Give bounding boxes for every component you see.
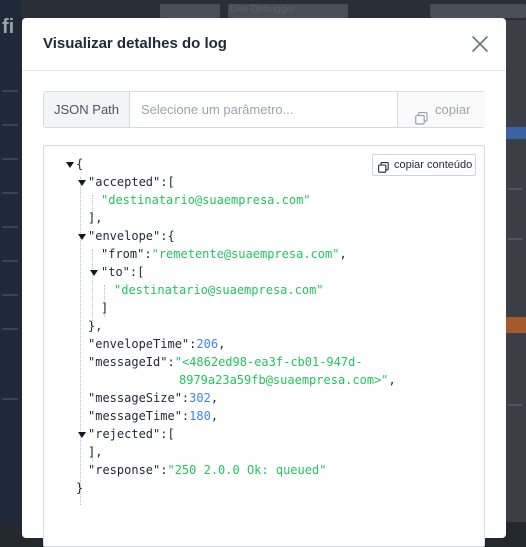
background-tab [160, 4, 220, 18]
json-line: "messageTime":180, [88, 407, 218, 425]
json-punctuation: :{ [160, 229, 175, 243]
json-line: }, [88, 317, 102, 335]
json-key[interactable]: "messageSize" [88, 391, 182, 405]
json-key[interactable]: "response" [88, 463, 160, 477]
json-punctuation: : [144, 247, 152, 261]
background-sidebar-item [2, 260, 18, 262]
tree-guide [92, 249, 93, 325]
background-accent [506, 317, 526, 333]
background-sidebar-item [2, 328, 18, 330]
log-details-modal: Visualizar detalhes do log JSON Path cop… [22, 18, 506, 547]
json-punctuation: :[ [160, 175, 175, 189]
json-string-value[interactable]: "remetente@suaempresa.com" [152, 247, 340, 261]
json-punctuation: :[ [160, 427, 175, 441]
json-punctuation: : [167, 355, 175, 369]
background-sidebar-item [2, 90, 18, 92]
json-key[interactable]: "to" [101, 265, 130, 279]
json-line: "response":"250 2.0.0 Ok: queued" [88, 461, 326, 479]
json-punctuation: , [210, 391, 219, 405]
copy-content-label: copiar conteúdo [394, 159, 473, 171]
json-line: { [76, 155, 83, 173]
background-tab [430, 4, 526, 18]
json-punctuation: , [339, 247, 347, 261]
json-punctuation: , [210, 409, 219, 423]
json-line: "envelopeTime":206, [88, 335, 225, 353]
json-line: ], [88, 209, 102, 227]
modal-header: Visualizar detalhes do log [22, 18, 506, 71]
background-accent [506, 127, 526, 139]
json-punctuation: }, [88, 319, 103, 333]
close-icon [472, 36, 488, 52]
json-path-input[interactable] [130, 92, 396, 127]
background-sidebar-item [2, 158, 18, 160]
caret-down-icon[interactable] [78, 180, 86, 186]
background-line [508, 238, 522, 240]
background-sidebar-item [2, 294, 18, 296]
json-brace: } [76, 481, 84, 495]
background-sidebar: fi [0, 0, 22, 522]
json-number-value[interactable]: 302 [189, 391, 211, 405]
json-key[interactable]: "envelope" [88, 229, 160, 243]
copy-path-button[interactable]: copiar [397, 92, 485, 127]
json-line: "destinatario@suaempresa.com" [101, 191, 311, 209]
json-punctuation: ], [88, 445, 103, 459]
background-topbar: Live Debugger [0, 0, 526, 20]
json-number-value[interactable]: 180 [189, 409, 211, 423]
background-line [508, 188, 522, 190]
copy-icon [378, 160, 389, 180]
json-key[interactable]: "from" [101, 247, 144, 261]
caret-down-icon[interactable] [90, 270, 98, 276]
json-punctuation: , [388, 373, 396, 387]
json-line: } [76, 479, 83, 497]
json-line: ] [101, 299, 108, 317]
caret-down-icon[interactable] [66, 162, 74, 168]
copy-content-button[interactable]: copiar conteúdo [372, 154, 476, 176]
copy-path-label: copiar [435, 102, 471, 117]
json-punctuation: , [218, 337, 226, 351]
json-line: "accepted":[ [88, 173, 175, 191]
json-line: 8979a23a59fb@suaempresa.com>", [179, 371, 396, 389]
caret-down-icon[interactable] [78, 234, 86, 240]
json-key[interactable]: "accepted" [88, 175, 160, 189]
json-line: "from":"remetente@suaempresa.com", [101, 245, 347, 263]
json-viewer: copiar conteúdo { "accepted":[ "destinat… [43, 145, 485, 547]
json-line: "messageId":"<4862ed98-ea3f-cb01-947d- [88, 353, 363, 371]
json-number-value[interactable]: 206 [196, 337, 218, 351]
json-line: "messageSize":302, [88, 389, 218, 407]
copy-icon [415, 103, 428, 138]
background-logo: fi [2, 16, 15, 38]
json-line: "destinatario@suaempresa.com" [114, 281, 324, 299]
json-line: "rejected":[ [88, 425, 175, 443]
tree-guide [80, 177, 81, 505]
background-sidebar-item [2, 192, 18, 194]
json-string-value[interactable]: "destinatario@suaempresa.com" [114, 283, 324, 297]
json-brace: { [76, 157, 84, 171]
json-line: "to":[ [101, 263, 144, 281]
close-button[interactable] [470, 34, 490, 54]
json-punctuation: ] [101, 301, 109, 315]
json-string-value[interactable]: "250 2.0.0 Ok: queued" [167, 463, 326, 477]
json-line: ], [88, 443, 102, 461]
json-line: "envelope":{ [88, 227, 175, 245]
json-punctuation: :[ [129, 265, 145, 279]
json-path-label: JSON Path [44, 92, 130, 127]
json-string-value[interactable]: "<4862ed98-ea3f-cb01-947d- [175, 355, 363, 369]
json-string-value[interactable]: "destinatario@suaempresa.com" [101, 193, 311, 207]
background-sidebar-item [2, 398, 18, 400]
background-line [508, 404, 522, 406]
json-key[interactable]: "envelopeTime" [88, 337, 189, 351]
caret-down-icon[interactable] [78, 432, 86, 438]
json-string-value[interactable]: 8979a23a59fb@suaempresa.com>" [179, 373, 389, 387]
background-sidebar-item [2, 124, 18, 126]
json-key[interactable]: "messageTime" [88, 409, 182, 423]
background-tab-label: Live Debugger [230, 4, 296, 15]
json-punctuation: ], [88, 211, 103, 225]
json-key[interactable]: "rejected" [88, 427, 160, 441]
json-key[interactable]: "messageId" [88, 355, 167, 369]
modal-title: Visualizar detalhes do log [43, 35, 227, 52]
background-sidebar-item [2, 226, 18, 228]
json-path-group: JSON Path copiar [43, 91, 485, 128]
